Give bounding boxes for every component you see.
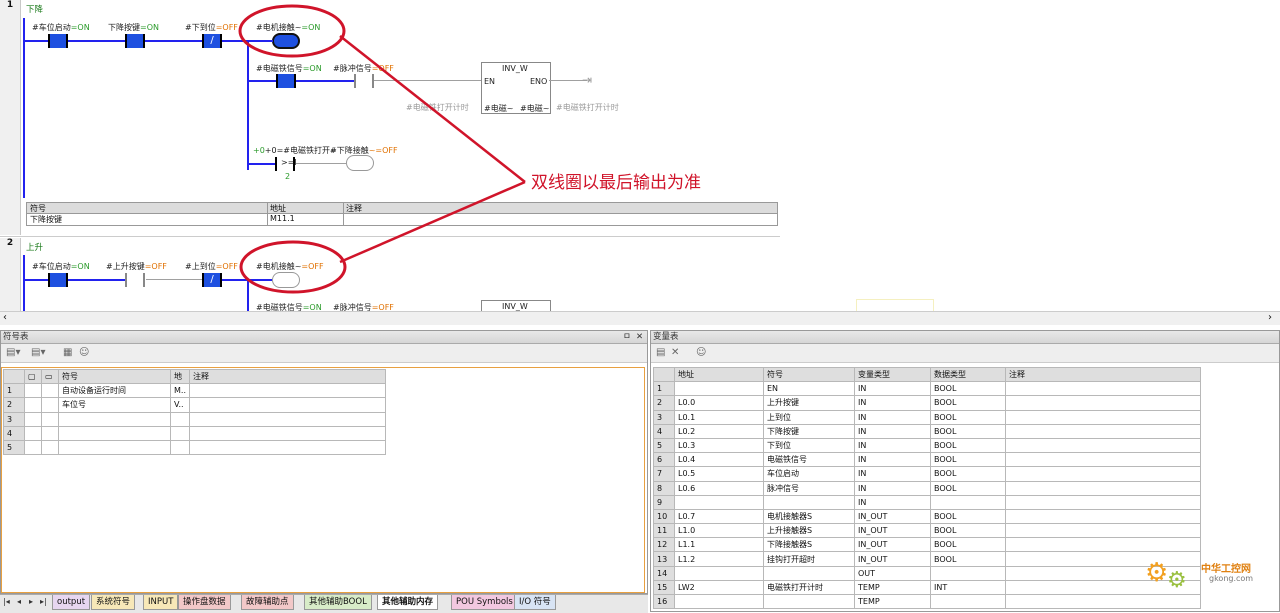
table-row[interactable]: 4 L0.2 下降按键 IN BOOL <box>653 423 1201 439</box>
scroll-left-icon[interactable]: ‹ <box>3 312 7 323</box>
delete-row-icon[interactable]: ▤▾ <box>31 347 45 358</box>
table-row[interactable]: 14 OUT <box>653 565 1201 581</box>
ladder-horizontal-scrollbar[interactable]: ‹ › <box>0 311 1280 325</box>
tab-io-symbols[interactable]: I/O 符号 <box>514 595 556 610</box>
annotation-text: 双线圈以最后输出为准 <box>531 173 701 193</box>
annotation-overlay <box>238 4 526 294</box>
pin-icon[interactable]: ㅁ <box>623 331 631 343</box>
variable-table-panel: 变量表 ▤ ✕ ☺ 地址 符号 变量类型 数据类型 注释 1 EN IN BOOL 2… <box>650 330 1280 612</box>
table-row[interactable]: 15 LW2 电磁铁打开计时 TEMP INT <box>653 579 1201 596</box>
tab-panel-data[interactable]: 操作盘数据 <box>178 595 231 610</box>
close-icon[interactable]: ✕ <box>636 331 643 343</box>
table-row[interactable]: 16 TEMP <box>653 593 1201 610</box>
table-row[interactable]: 1 自动设备运行时间 M.. <box>3 383 386 399</box>
table-row[interactable]: 10 L0.7 电机接触器S IN_OUT BOOL <box>653 508 1201 525</box>
insert-row-icon[interactable]: ▤▾ <box>6 347 20 358</box>
table-row[interactable]: 2 车位号 V.. <box>3 397 386 413</box>
table-header-row: ▢ ▭ 符号 地 注释 <box>3 368 386 385</box>
tab-output[interactable]: output <box>52 595 91 610</box>
symbol-table: ▢ ▭ 符号 地 注释 1 自动设备运行时间 M.. 2 车位号 V.. 3 4 5 <box>3 368 386 456</box>
table-row[interactable]: 2 L0.0 上升按键 IN BOOL <box>653 395 1201 411</box>
table-row[interactable]: 1 EN IN BOOL <box>653 381 1201 397</box>
table-row[interactable]: 8 L0.6 脉冲信号 IN BOOL <box>653 480 1201 496</box>
table-row[interactable]: 11 L1.0 上升接触器S IN_OUT BOOL <box>653 523 1201 539</box>
gear-icon: ⚙ <box>1167 568 1187 593</box>
tab-nav-last-icon[interactable]: ▸| <box>40 597 47 606</box>
table-row[interactable]: 6 L0.4 电磁铁信号 IN BOOL <box>653 452 1201 468</box>
table-row[interactable]: 3 <box>3 411 386 427</box>
table-row[interactable]: 12 L1.1 下降接触器S IN_OUT BOOL <box>653 537 1201 553</box>
header-icon-a: ▢ <box>24 368 42 385</box>
table-icon[interactable]: ▦ <box>63 347 72 358</box>
scroll-right-icon[interactable]: › <box>1268 312 1272 323</box>
tab-pou-symbols[interactable]: POU Symbols <box>451 595 518 610</box>
table-row[interactable]: 7 L0.5 车位启动 IN BOOL <box>653 466 1201 482</box>
header-icon-b: ▭ <box>41 368 59 385</box>
watermark-url: gkong.com <box>1209 574 1254 583</box>
sheet-tabs-bar: |◂ ◂ ▸ ▸| output 系统符号 INPUT 操作盘数据 故障辅助点 … <box>0 594 648 613</box>
table-row[interactable]: 5 <box>3 439 386 456</box>
tab-other-aux-memory[interactable]: 其他辅助内存 <box>377 595 439 610</box>
symbol-panel-toolbar: ▤▾ ▤▾ ▦ ☺ <box>1 344 647 363</box>
gear-icon: ⚙ <box>1145 558 1169 588</box>
user-icon[interactable]: ☺ <box>696 347 706 358</box>
table-row[interactable]: 13 L1.2 挂钩打开超时 IN_OUT BOOL <box>653 551 1201 567</box>
table-row[interactable]: 4 <box>3 425 386 441</box>
variable-panel-toolbar: ▤ ✕ ☺ <box>651 344 1279 363</box>
table-row[interactable]: 9 IN <box>653 494 1201 510</box>
tab-input[interactable]: INPUT <box>143 595 179 610</box>
table-row[interactable]: 3 L0.1 上到位 IN BOOL <box>653 409 1201 425</box>
insert-variable-icon[interactable]: ▤ <box>656 347 665 358</box>
tab-nav-next-icon[interactable]: ▸ <box>29 597 33 606</box>
variable-table: 地址 符号 变量类型 数据类型 注释 1 EN IN BOOL 2 L0.0 上升按键 IN… <box>653 366 1201 610</box>
watermark-logo: ⚙ ⚙ 中华工控网 gkong.com <box>1143 556 1273 596</box>
ladder-editor[interactable]: 1 下降 #车位启动=ON 下降按键=ON #下到位=OFF #电机接触~=ON… <box>0 0 1280 325</box>
tab-nav-prev-icon[interactable]: ◂ <box>17 597 21 606</box>
tab-nav-first-icon[interactable]: |◂ <box>3 597 10 606</box>
table-header-row: 地址 符号 变量类型 数据类型 注释 <box>653 366 1201 383</box>
tab-system-symbols[interactable]: 系统符号 <box>91 595 136 610</box>
table-row[interactable]: 5 L0.3 下到位 IN BOOL <box>653 437 1201 454</box>
variable-panel-title: 变量表 <box>651 331 1279 344</box>
tab-fault-aux[interactable]: 故障辅助点 <box>241 595 294 610</box>
tab-other-aux-bool[interactable]: 其他辅助BOOL <box>304 595 372 610</box>
user-icon[interactable]: ☺ <box>79 347 89 358</box>
symbol-panel-title: 符号表 ㅁ ✕ <box>1 331 647 344</box>
watermark-text: 中华工控网 <box>1201 564 1251 575</box>
delete-variable-icon[interactable]: ✕ <box>671 347 679 358</box>
symbol-table-panel: 符号表 ㅁ ✕ ▤▾ ▤▾ ▦ ☺ ▢ ▭ 符号 地 注释 1 自动设备运行时间 M… <box>0 330 648 594</box>
